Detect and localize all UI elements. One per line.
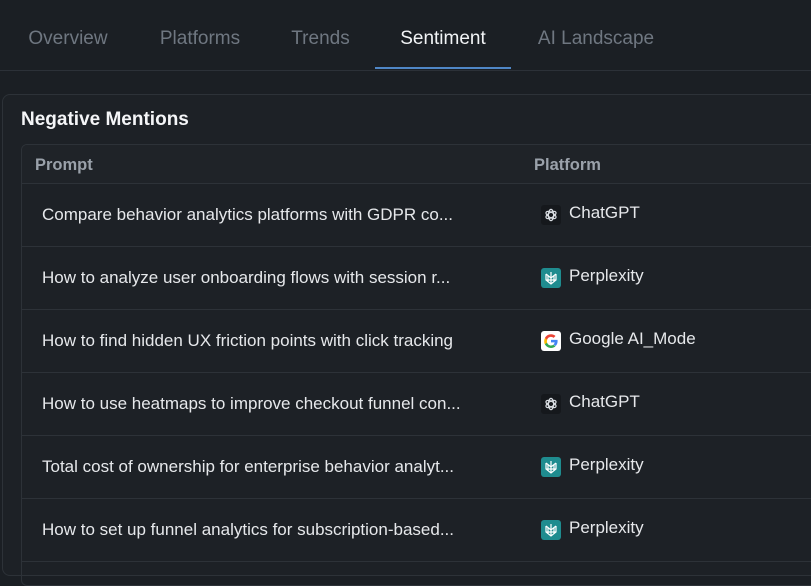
platform-label: Perplexity: [569, 455, 644, 474]
chatgpt-icon: [541, 205, 561, 225]
tab-overview[interactable]: Overview: [25, 0, 111, 70]
platform-label: Perplexity: [569, 518, 644, 537]
chatgpt-icon: [541, 394, 561, 414]
column-header-platform[interactable]: Platform: [534, 145, 601, 185]
google-icon: [541, 331, 561, 351]
tab-sentiment[interactable]: Sentiment: [375, 0, 511, 70]
negative-mentions-table: Prompt Platform Compare behavior analyti…: [21, 144, 811, 586]
platform-label: Perplexity: [569, 266, 644, 285]
platform-cell: Perplexity: [541, 247, 644, 309]
table-row[interactable]: How to analyze user onboarding flows wit…: [22, 247, 811, 310]
table-row[interactable]: How to set up funnel analytics for subsc…: [22, 499, 811, 562]
prompt-cell: How to set up funnel analytics for subsc…: [42, 520, 454, 539]
platform-cell: Perplexity: [541, 499, 644, 561]
prompt-cell: How to use heatmaps to improve checkout …: [42, 394, 461, 413]
prompt-cell: How to analyze user onboarding flows wit…: [42, 268, 451, 287]
tab-platforms[interactable]: Platforms: [157, 0, 243, 70]
platform-label: Google AI_Mode: [569, 329, 696, 348]
table-row[interactable]: How to find hidden UX friction points wi…: [22, 310, 811, 373]
perplexity-icon: [541, 520, 561, 540]
table-header: Prompt Platform: [22, 145, 811, 184]
prompt-cell: How to find hidden UX friction points wi…: [42, 331, 454, 350]
tab-bar: Overview Platforms Trends Sentiment AI L…: [0, 0, 811, 71]
column-header-prompt[interactable]: Prompt: [35, 145, 93, 185]
negative-mentions-panel: Negative Mentions Prompt Platform Compar…: [2, 94, 811, 586]
active-tab-indicator: [375, 67, 511, 69]
platform-cell: Google AI_Mode: [541, 310, 696, 372]
platform-label: ChatGPT: [569, 203, 640, 222]
platform-cell: Perplexity: [541, 436, 644, 498]
platform-label: ChatGPT: [569, 392, 640, 411]
perplexity-icon: [541, 268, 561, 288]
platform-cell: ChatGPT: [541, 184, 640, 246]
prompt-cell: Total cost of ownership for enterprise b…: [42, 457, 454, 476]
table-row[interactable]: Total cost of ownership for enterprise b…: [22, 436, 811, 499]
panel-title: Negative Mentions: [21, 109, 189, 130]
tab-trends[interactable]: Trends: [289, 0, 352, 70]
prompt-cell: Compare behavior analytics platforms wit…: [42, 205, 453, 224]
platform-cell: ChatGPT: [541, 373, 640, 435]
table-row[interactable]: Compare behavior analytics platforms wit…: [22, 184, 811, 247]
tab-ai-landscape[interactable]: AI Landscape: [534, 0, 658, 70]
table-row[interactable]: How to use heatmaps to improve checkout …: [22, 373, 811, 436]
perplexity-icon: [541, 457, 561, 477]
